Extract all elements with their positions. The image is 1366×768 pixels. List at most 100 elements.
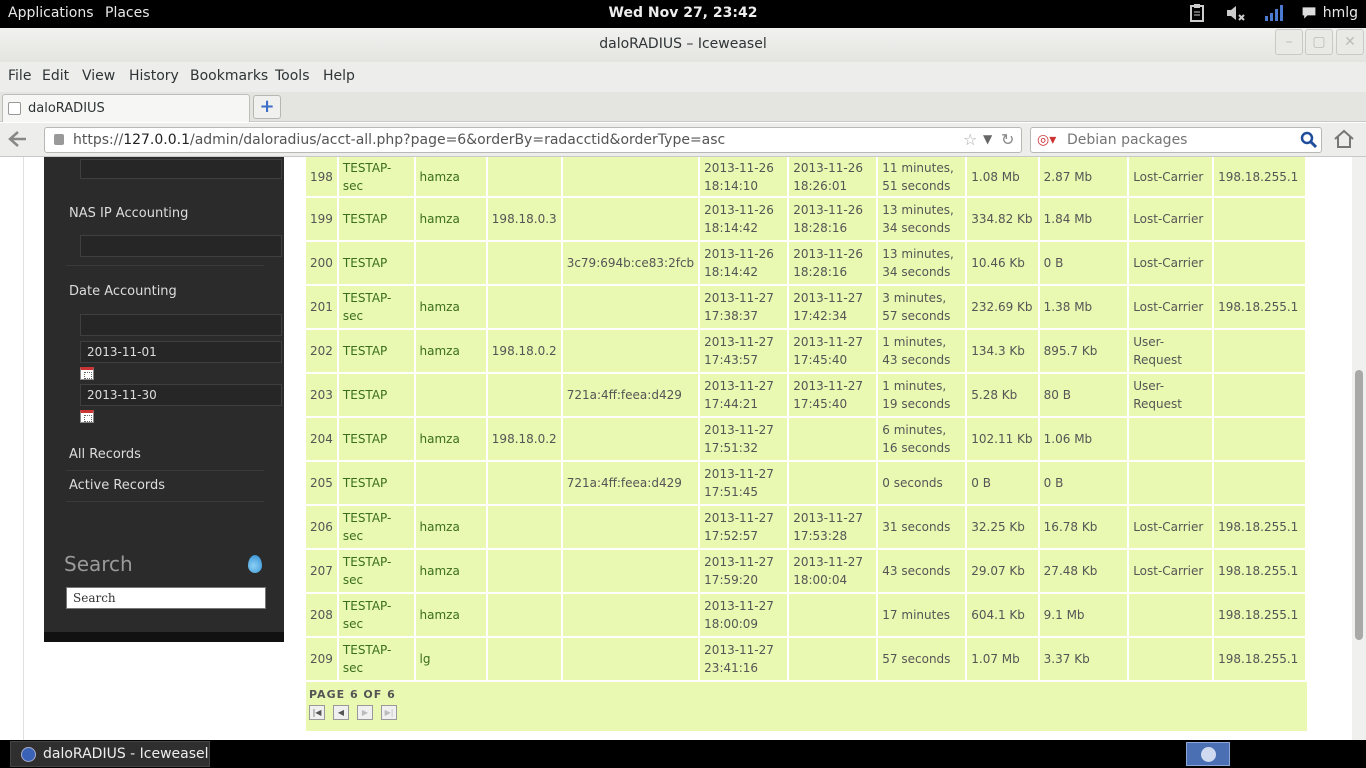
- cell-nas-ip: [1213, 329, 1307, 374]
- chevron-down-icon[interactable]: ▼: [983, 132, 992, 146]
- cell-stop-time: 2013-11-27 17:45:40: [788, 373, 879, 418]
- minimize-button[interactable]: –: [1275, 29, 1303, 55]
- next-page-button[interactable]: ▶: [357, 705, 373, 720]
- cell-nas-ip: [1213, 461, 1307, 506]
- table-row[interactable]: 209 TESTAP-sec lg 2013-11-27 23:41:16 57 sec…: [306, 637, 1307, 682]
- system-tray: hmlg: [1187, 4, 1358, 22]
- cell-ip-address: [486, 241, 563, 286]
- last-page-button[interactable]: ▶|: [381, 705, 397, 720]
- cell-ip-address: 198.18.0.2: [486, 417, 563, 462]
- cell-stop-time: [788, 593, 879, 638]
- cell-nas-ip: 198.18.255.1: [1213, 549, 1307, 594]
- calendar-icon[interactable]: [80, 410, 94, 423]
- cell-upload: 29.07 Kb: [966, 549, 1040, 594]
- chat-icon: [1302, 7, 1316, 19]
- close-window-button[interactable]: ✕: [1336, 29, 1364, 55]
- cell-mac-address: 721a:4ff:feea:d429: [561, 373, 701, 418]
- water-drop-icon: [248, 555, 262, 573]
- sidebar-search-input[interactable]: Search: [66, 587, 266, 609]
- table-row[interactable]: 203 TESTAP 721a:4ff:feea:d429 2013-11-27 17…: [306, 373, 1307, 418]
- first-page-button[interactable]: |◀: [309, 705, 325, 720]
- table-row[interactable]: 207 TESTAP-sec hamza 2013-11-27 17:59:20 201…: [306, 549, 1307, 594]
- table-row[interactable]: 199 TESTAP hamza 198.18.0.3 2013-11-26 18:14…: [306, 197, 1307, 242]
- clipboard-icon[interactable]: [1187, 4, 1207, 22]
- new-tab-button[interactable]: +: [253, 95, 281, 119]
- cell-start-time: 2013-11-26 18:14:42: [699, 197, 790, 242]
- cell-download: 16.78 Kb: [1038, 505, 1130, 550]
- cell-record-id: 207: [306, 549, 339, 594]
- taskbar-item-iceweasel[interactable]: daloRADIUS - Iceweasel: [10, 741, 210, 767]
- search-input[interactable]: [1067, 131, 1297, 149]
- tab-daloradius[interactable]: daloRADIUS: [2, 94, 250, 122]
- menu-history[interactable]: History: [129, 68, 179, 84]
- table-row[interactable]: 201 TESTAP-sec hamza 2013-11-27 17:38:37 201…: [306, 285, 1307, 330]
- menu-help[interactable]: Help: [323, 68, 355, 84]
- network-signal-icon[interactable]: [1263, 4, 1283, 22]
- url-bar[interactable]: https://127.0.0.1/admin/daloradius/acct-…: [44, 127, 1022, 153]
- menu-file[interactable]: File: [8, 68, 31, 84]
- cell-stop-time: 2013-11-27 17:53:28: [788, 505, 879, 550]
- menu-view[interactable]: View: [82, 68, 115, 84]
- tab-label: daloRADIUS: [28, 101, 105, 116]
- debian-swirl-icon[interactable]: ◎▾: [1037, 132, 1056, 148]
- home-button[interactable]: [1333, 129, 1359, 151]
- cell-nas-ip: 198.18.255.1: [1213, 593, 1307, 638]
- cell-start-time: 2013-11-27 17:52:57: [699, 505, 790, 550]
- cell-start-time: 2013-11-26 18:14:42: [699, 241, 790, 286]
- cell-session-time: 6 minutes, 16 seconds: [877, 417, 968, 462]
- cell-session-time: 17 minutes: [877, 593, 968, 638]
- divider: [66, 470, 264, 471]
- menu-edit[interactable]: Edit: [42, 68, 69, 84]
- date-to-input[interactable]: 2013-11-30: [80, 384, 282, 406]
- clock[interactable]: Wed Nov 27, 23:42: [0, 5, 1366, 21]
- all-records-link[interactable]: All Records: [69, 447, 141, 462]
- sidebar: NAS IP Accounting Date Accounting 2013-1…: [44, 157, 284, 642]
- prev-page-button[interactable]: ◀: [333, 705, 349, 720]
- cell-session-time: 13 minutes, 34 seconds: [877, 197, 968, 242]
- date-from-input[interactable]: 2013-11-01: [80, 341, 282, 363]
- table-row[interactable]: 198 TESTAP-sec hamza 2013-11-26 18:14:10 201…: [306, 157, 1307, 198]
- cell-hotspot: TESTAP-sec: [337, 593, 416, 638]
- nas-ip-input[interactable]: [80, 235, 282, 257]
- cell-ip-address: [486, 157, 563, 198]
- table-row[interactable]: 200 TESTAP 3c79:694b:ce83:2fcb 2013-11-26 1…: [306, 241, 1307, 286]
- search-icon[interactable]: [1300, 131, 1318, 149]
- cell-start-time: 2013-11-27 17:38:37: [699, 285, 790, 330]
- volume-muted-icon[interactable]: [1225, 4, 1245, 22]
- table-row[interactable]: 202 TESTAP hamza 198.18.0.2 2013-11-27 17:43…: [306, 329, 1307, 374]
- cell-download: 1.06 Mb: [1038, 417, 1130, 462]
- cell-termination-cause: Lost-Carrier: [1128, 197, 1215, 242]
- cell-mac-address: [561, 329, 701, 374]
- reload-icon[interactable]: ↻: [1001, 130, 1014, 149]
- cell-upload: 334.82 Kb: [966, 197, 1040, 242]
- active-records-link[interactable]: Active Records: [69, 478, 165, 493]
- scrollbar-thumb[interactable]: [1355, 370, 1363, 640]
- bookmark-star-icon[interactable]: ☆: [963, 130, 977, 149]
- table-row[interactable]: 204 TESTAP hamza 198.18.0.2 2013-11-27 17:51…: [306, 417, 1307, 462]
- cell-download: 2.87 Mb: [1038, 157, 1130, 198]
- date-filter-input[interactable]: [80, 314, 282, 336]
- cell-mac-address: [561, 197, 701, 242]
- calendar-icon[interactable]: [80, 367, 94, 380]
- cell-hotspot: TESTAP: [337, 373, 416, 418]
- table-row[interactable]: 205 TESTAP 721a:4ff:feea:d429 2013-11-27 17…: [306, 461, 1307, 506]
- user-menu[interactable]: hmlg: [1301, 4, 1358, 22]
- menu-tools[interactable]: Tools: [275, 68, 310, 84]
- cell-hotspot: TESTAP-sec: [337, 285, 416, 330]
- back-button[interactable]: [6, 129, 32, 151]
- cell-ip-address: [486, 593, 563, 638]
- cell-record-id: 205: [306, 461, 339, 506]
- cell-termination-cause: User-Request: [1128, 373, 1215, 418]
- maximize-button[interactable]: ▢: [1305, 29, 1333, 55]
- cell-termination-cause: [1128, 637, 1215, 682]
- menu-bookmarks[interactable]: Bookmarks: [190, 68, 268, 84]
- vertical-scrollbar[interactable]: [1352, 157, 1366, 740]
- username-filter-input[interactable]: [80, 159, 282, 179]
- table-row[interactable]: 206 TESTAP-sec hamza 2013-11-27 17:52:57 201…: [306, 505, 1307, 550]
- cell-username: hamza: [414, 285, 488, 330]
- nas-ip-accounting-label: NAS IP Accounting: [69, 206, 189, 221]
- cell-termination-cause: Lost-Carrier: [1128, 285, 1215, 330]
- table-row[interactable]: 208 TESTAP-sec hamza 2013-11-27 18:00:09 17 …: [306, 593, 1307, 638]
- system-top-bar: Applications Places Wed Nov 27, 23:42 hm…: [0, 0, 1366, 28]
- workspace-switcher[interactable]: [1186, 742, 1230, 766]
